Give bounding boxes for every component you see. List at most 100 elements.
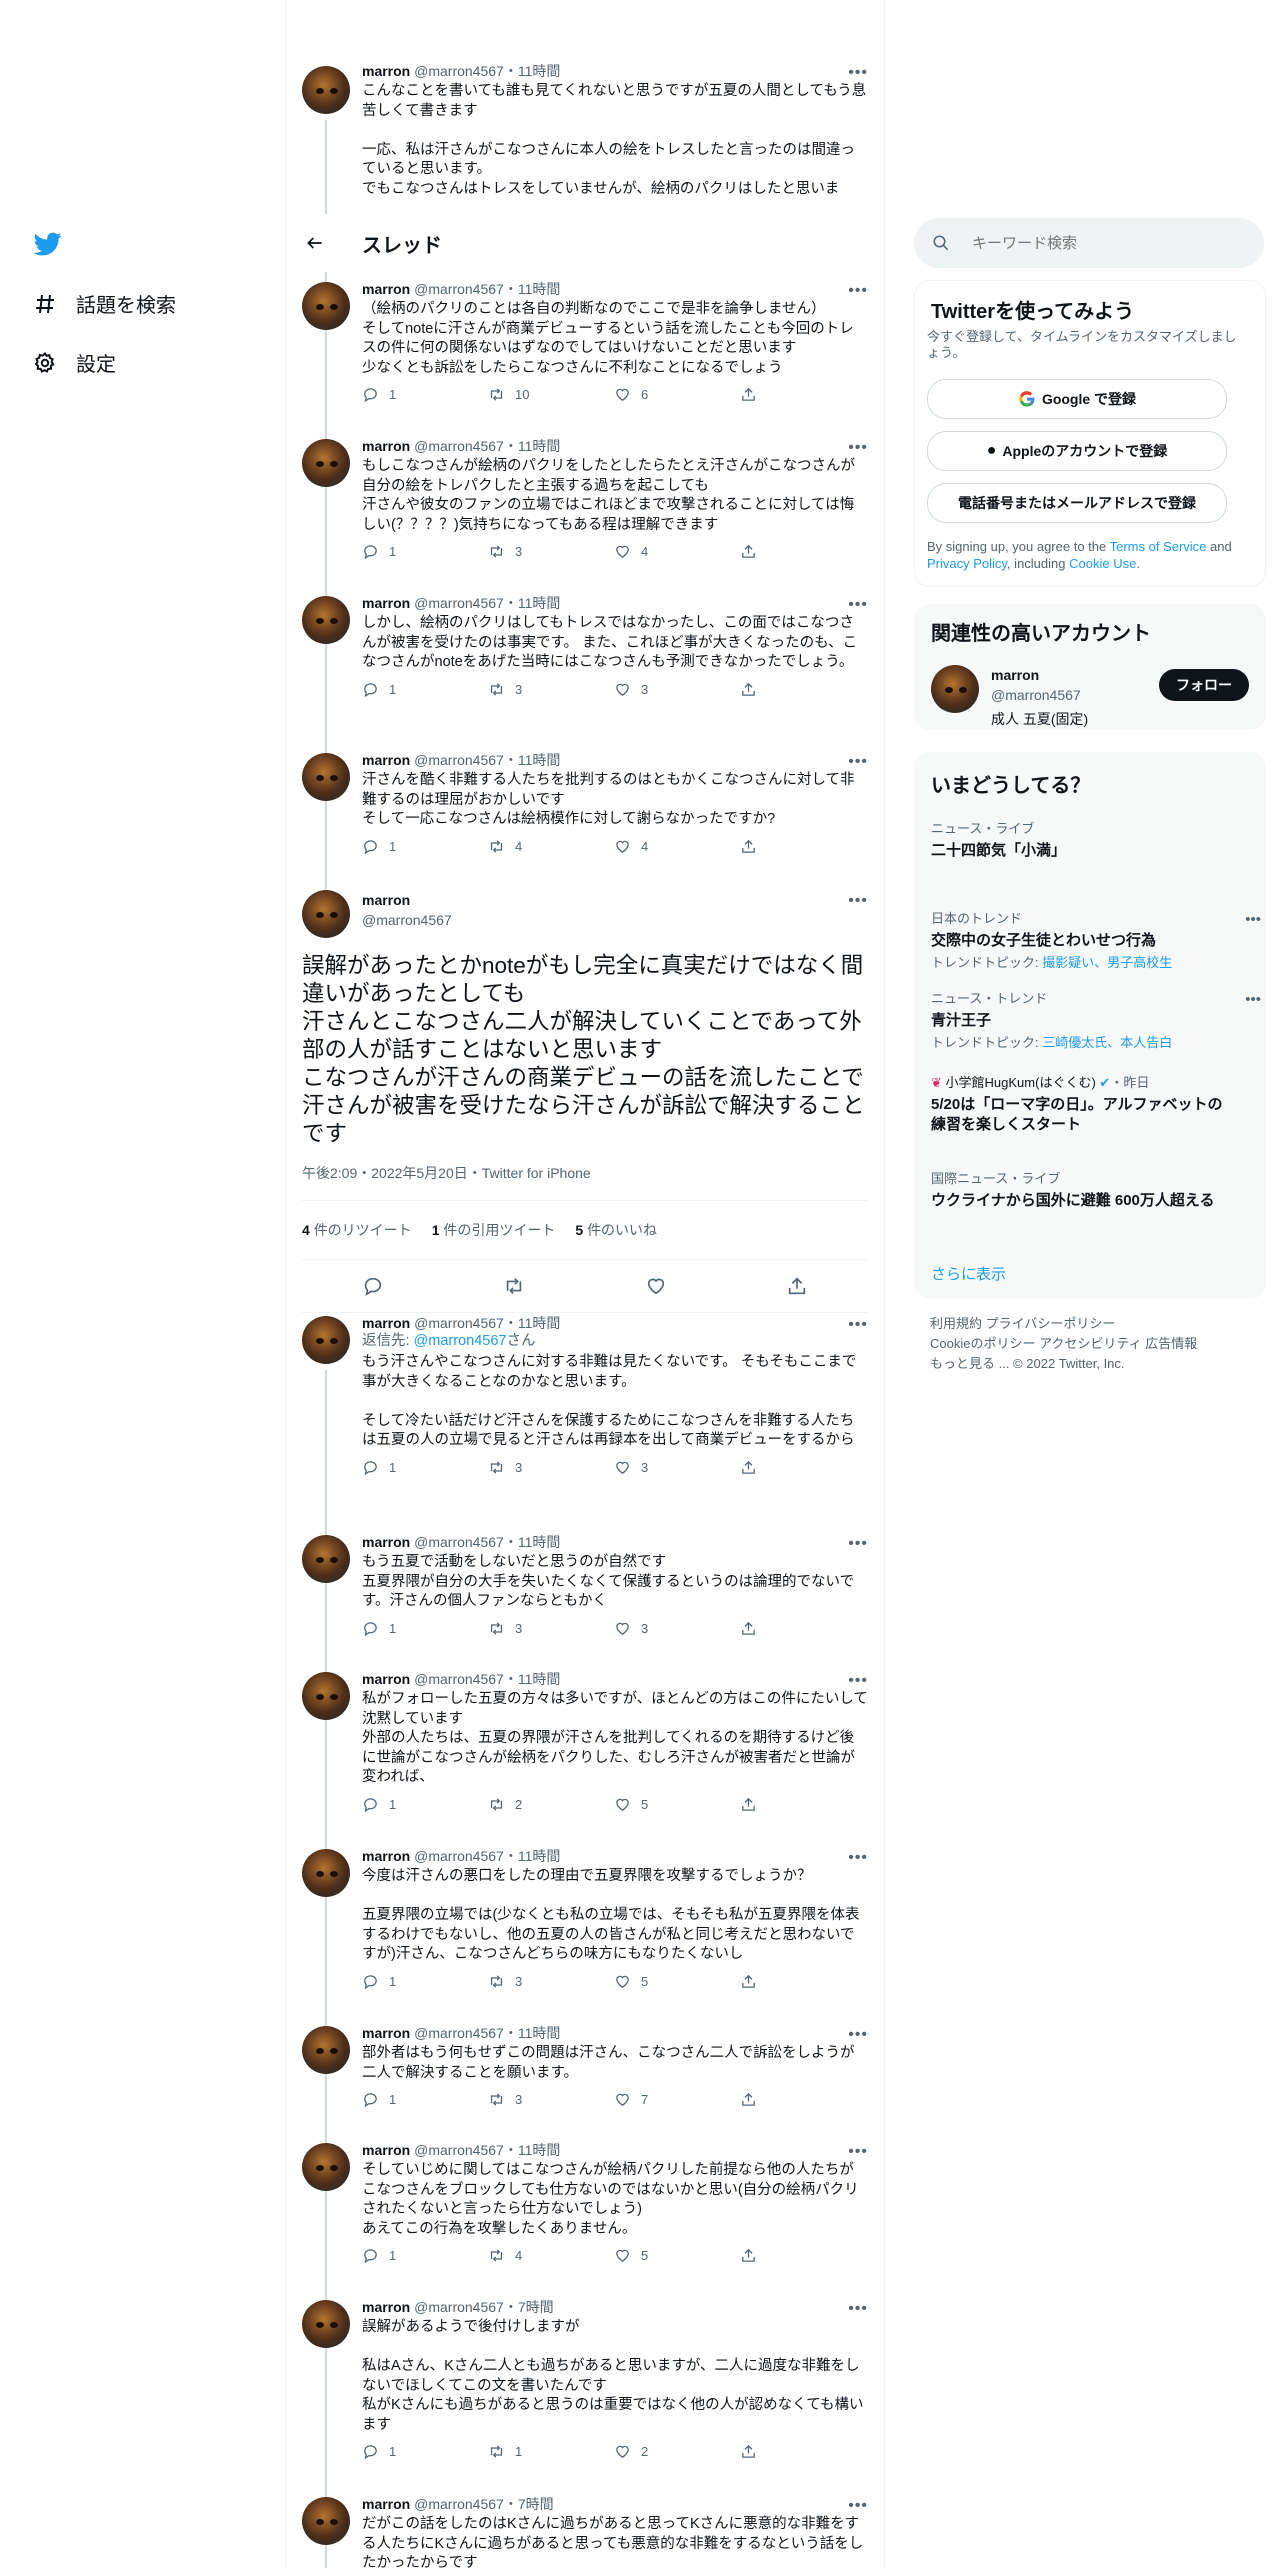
- tweet-time[interactable]: 11時間: [518, 1534, 561, 1550]
- reply-button[interactable]: 1: [362, 2247, 488, 2264]
- trend-item[interactable]: ニュース・ライブ 二十四節気「小満」: [931, 821, 1231, 861]
- author-name[interactable]: marron: [362, 2299, 410, 2315]
- share-button[interactable]: [740, 2443, 866, 2460]
- author-handle[interactable]: @marron4567: [414, 595, 504, 611]
- apple-signup-button[interactable]: ● Appleのアカウントで登録: [927, 431, 1227, 471]
- retweet-button[interactable]: 3: [488, 2091, 614, 2108]
- likes-stat[interactable]: 5 件のいいね: [575, 1220, 657, 1240]
- footer-links[interactable]: Cookieのポリシー アクセシビリティ 広告情報: [930, 1334, 1197, 1354]
- author-name[interactable]: marron: [362, 595, 410, 611]
- author-handle[interactable]: @marron4567: [414, 752, 504, 768]
- reply-button[interactable]: 1: [362, 2443, 488, 2460]
- google-signup-button[interactable]: Google で登録: [927, 379, 1227, 419]
- author-handle[interactable]: @marron4567: [414, 1534, 504, 1550]
- share-button[interactable]: [740, 1796, 866, 1813]
- author-name[interactable]: marron: [362, 752, 410, 768]
- retweet-button[interactable]: 3: [488, 543, 614, 560]
- reply-button[interactable]: 1: [362, 1620, 488, 1637]
- author-handle[interactable]: @marron4567: [414, 2025, 504, 2041]
- author-name[interactable]: marron: [362, 1534, 410, 1550]
- author-name[interactable]: marron: [362, 1848, 410, 1864]
- tweet-time[interactable]: 7時間: [518, 2496, 554, 2512]
- more-options-icon[interactable]: •••: [1245, 911, 1261, 928]
- tweet-time[interactable]: 11時間: [518, 2025, 561, 2041]
- like-button[interactable]: 3: [614, 1459, 740, 1476]
- like-button[interactable]: 5: [614, 2247, 740, 2264]
- tweet-time[interactable]: 11時間: [518, 595, 561, 611]
- cookie-link[interactable]: Cookie Use: [1069, 556, 1136, 571]
- trend-item[interactable]: 国際ニュース・ライブ ウクライナから国外に避難 600万人超える: [931, 1171, 1231, 1211]
- quotes-stat[interactable]: 1 件の引用ツイート: [432, 1220, 556, 1240]
- author-name[interactable]: marron: [362, 63, 410, 79]
- author-handle[interactable]: @marron4567: [414, 438, 504, 454]
- author-name[interactable]: marron: [362, 1671, 410, 1687]
- author-handle[interactable]: @marron4567: [414, 63, 504, 79]
- twitter-logo-icon[interactable]: [32, 230, 64, 258]
- follow-button[interactable]: フォロー: [1159, 669, 1249, 701]
- reply-button[interactable]: 1: [362, 386, 488, 403]
- author-handle[interactable]: @marron4567: [414, 1848, 504, 1864]
- avatar[interactable]: [302, 753, 350, 801]
- avatar[interactable]: [302, 1535, 350, 1583]
- retweet-button[interactable]: 2: [488, 1796, 614, 1813]
- retweet-button[interactable]: 3: [488, 1620, 614, 1637]
- avatar[interactable]: [302, 1672, 350, 1720]
- reply-button[interactable]: 1: [362, 681, 488, 698]
- avatar[interactable]: [302, 2143, 350, 2191]
- avatar[interactable]: [302, 2300, 350, 2348]
- like-button[interactable]: 6: [614, 386, 740, 403]
- reply-icon[interactable]: [362, 1275, 384, 1297]
- share-button[interactable]: [740, 838, 866, 855]
- avatar[interactable]: [302, 596, 350, 644]
- share-button[interactable]: [740, 1620, 866, 1637]
- related-handle[interactable]: @marron4567: [991, 687, 1081, 703]
- reply-button[interactable]: 1: [362, 2091, 488, 2108]
- search-box[interactable]: [914, 218, 1264, 268]
- nav-settings[interactable]: 設定: [32, 348, 116, 377]
- author-name[interactable]: marron: [362, 2496, 410, 2512]
- author-name[interactable]: marron: [362, 438, 410, 454]
- footer-links[interactable]: 利用規約 プライバシーポリシー: [930, 1314, 1115, 1334]
- author-name[interactable]: marron: [362, 2025, 410, 2041]
- share-button[interactable]: [740, 386, 866, 403]
- avatar[interactable]: [302, 2497, 350, 2545]
- author-name[interactable]: marron: [362, 2142, 410, 2158]
- retweet-button[interactable]: 4: [488, 838, 614, 855]
- author-handle[interactable]: @marron4567: [414, 2142, 504, 2158]
- tweet-time[interactable]: 11時間: [518, 438, 561, 454]
- author-handle[interactable]: @marron4567: [414, 1315, 504, 1331]
- author-handle[interactable]: @marron4567: [414, 281, 504, 297]
- author-name[interactable]: marron: [362, 281, 410, 297]
- tweet-time[interactable]: 11時間: [518, 63, 561, 79]
- tweet-time[interactable]: 11時間: [518, 752, 561, 768]
- retweet-button[interactable]: 3: [488, 681, 614, 698]
- reply-button[interactable]: 1: [362, 838, 488, 855]
- tweet-time[interactable]: 11時間: [518, 281, 561, 297]
- like-button[interactable]: 7: [614, 2091, 740, 2108]
- reply-button[interactable]: 1: [362, 1459, 488, 1476]
- phone-email-signup-button[interactable]: 電話番号またはメールアドレスで登録: [927, 483, 1227, 523]
- like-button[interactable]: 4: [614, 838, 740, 855]
- author-name[interactable]: marron: [362, 892, 410, 908]
- author-handle[interactable]: @marron4567: [414, 1671, 504, 1687]
- back-arrow-icon[interactable]: [300, 228, 330, 258]
- avatar[interactable]: [302, 439, 350, 487]
- retweets-stat[interactable]: 4 件のリツイート: [302, 1220, 412, 1240]
- like-button[interactable]: 5: [614, 1796, 740, 1813]
- privacy-link[interactable]: Privacy Policy: [927, 556, 1007, 571]
- tweet-timestamp[interactable]: 午後2:09・2022年5月20日・Twitter for iPhone: [302, 1163, 591, 1183]
- share-icon[interactable]: [786, 1275, 808, 1297]
- share-button[interactable]: [740, 543, 866, 560]
- like-button[interactable]: 4: [614, 543, 740, 560]
- avatar[interactable]: [302, 66, 350, 114]
- share-button[interactable]: [740, 1973, 866, 1990]
- reply-button[interactable]: 1: [362, 1796, 488, 1813]
- reply-button[interactable]: 1: [362, 1973, 488, 1990]
- trend-item[interactable]: ニュース・トレンド 青汁王子 トレンドトピック: 三崎優太氏、本人告白 •••: [931, 991, 1261, 1051]
- retweet-icon[interactable]: [503, 1275, 525, 1297]
- retweet-button[interactable]: 3: [488, 1973, 614, 1990]
- trend-item[interactable]: 日本のトレンド 交際中の女子生徒とわいせつ行為 トレンドトピック: 撮影疑い、男…: [931, 911, 1261, 971]
- avatar[interactable]: [302, 2026, 350, 2074]
- like-button[interactable]: 5: [614, 1973, 740, 1990]
- avatar[interactable]: [302, 282, 350, 330]
